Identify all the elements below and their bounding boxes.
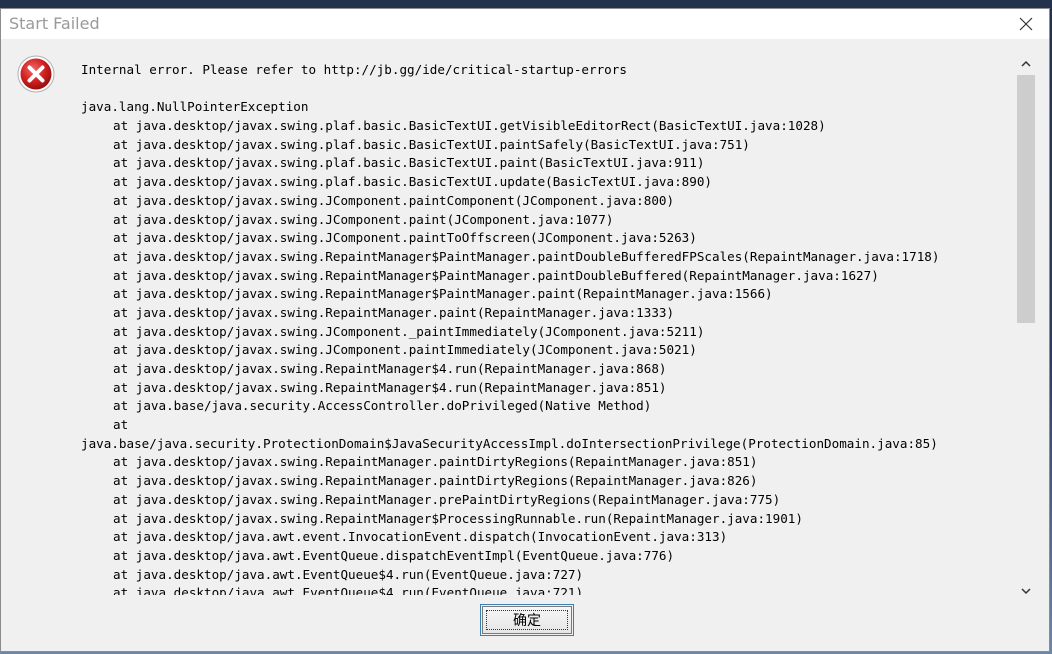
error-text-content: Internal error. Please refer to http://j… <box>81 61 1015 595</box>
stack-frame-line: at java.desktop/javax.swing.RepaintManag… <box>113 379 667 395</box>
stack-frame-line: at java.desktop/javax.swing.JComponent._… <box>113 323 705 339</box>
stack-frame-line: at java.desktop/javax.swing.RepaintManag… <box>113 248 940 264</box>
chevron-up-icon <box>1021 60 1031 67</box>
stack-frame-line: at java.desktop/java.awt.EventQueue.disp… <box>113 547 675 563</box>
stack-frame-line: at java.desktop/java.awt.EventQueue$4.ru… <box>113 566 584 582</box>
ok-button-label: 确定 <box>513 613 541 629</box>
stack-frame-line: at java.desktop/javax.swing.RepaintManag… <box>113 361 667 376</box>
stack-frame-line: at java.desktop/javax.swing.RepaintManag… <box>113 286 773 302</box>
close-icon <box>1019 17 1033 31</box>
stack-frame-line: at java.desktop/javax.swing.plaf.basic.B… <box>113 155 705 171</box>
stack-frame-line: at java.desktop/javax.swing.RepaintManag… <box>113 267 879 283</box>
stack-frame-line: at java.desktop/javax.swing.plaf.basic.B… <box>113 174 712 190</box>
message-line: java.lang.NullPointerException <box>81 99 309 115</box>
message-line: Internal error. Please refer to http://j… <box>81 62 627 77</box>
chevron-down-icon <box>1021 587 1031 594</box>
close-button[interactable] <box>1003 9 1049 39</box>
stack-frame-line: at java.desktop/javax.swing.plaf.basic.B… <box>113 118 826 134</box>
vertical-scrollbar[interactable] <box>1015 53 1037 601</box>
stack-frame-line: at java.desktop/javax.swing.RepaintManag… <box>113 304 675 320</box>
title-bar[interactable]: Start Failed <box>1 9 1049 39</box>
stack-frame-line: at java.desktop/javax.swing.RepaintManag… <box>113 454 758 470</box>
stack-frame-line: at java.desktop/javax.swing.RepaintManag… <box>113 510 803 526</box>
stack-frame-line: at java.desktop/javax.swing.JComponent.p… <box>113 230 697 246</box>
stack-frame-line: at java.desktop/java.awt.EventQueue$4.ru… <box>113 585 584 595</box>
stack-frame-line: at java.desktop/javax.swing.RepaintManag… <box>113 491 781 507</box>
scroll-up-button[interactable] <box>1015 53 1037 73</box>
stack-frame-line: at java.desktop/javax.swing.JComponent.p… <box>113 342 697 358</box>
scroll-down-button[interactable] <box>1015 581 1037 601</box>
ok-button[interactable]: 确定 <box>482 606 572 634</box>
stack-frame-line: at java.desktop/java.awt.event.Invocatio… <box>113 529 728 545</box>
stack-frame-line: at java.base/java.security.AccessControl… <box>113 398 652 414</box>
start-failed-dialog: Start Failed Internal error. Please refe… <box>0 8 1050 652</box>
stack-frame-line: at java.desktop/javax.swing.plaf.basic.B… <box>113 136 750 152</box>
stack-frame-line: at java.desktop/javax.swing.JComponent.p… <box>113 211 614 227</box>
scroll-thumb[interactable] <box>1017 75 1035 323</box>
message-line: java.base/java.security.ProtectionDomain… <box>81 435 938 451</box>
error-text-area[interactable]: Internal error. Please refer to http://j… <box>1 49 1015 595</box>
window-title: Start Failed <box>9 14 100 33</box>
stack-frame-line: at java.desktop/javax.swing.JComponent.p… <box>113 192 675 208</box>
stack-frame-line: at java.desktop/javax.swing.RepaintManag… <box>113 473 758 489</box>
stack-frame-line: at <box>113 417 129 433</box>
